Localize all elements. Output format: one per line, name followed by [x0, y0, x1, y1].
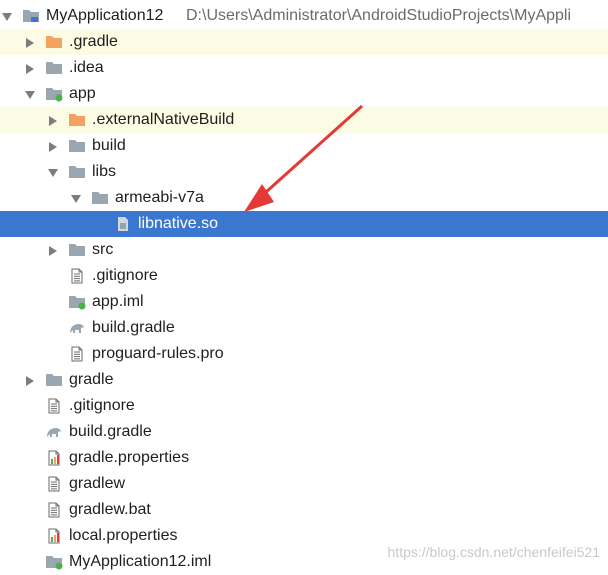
- annotation-arrow: [244, 104, 364, 212]
